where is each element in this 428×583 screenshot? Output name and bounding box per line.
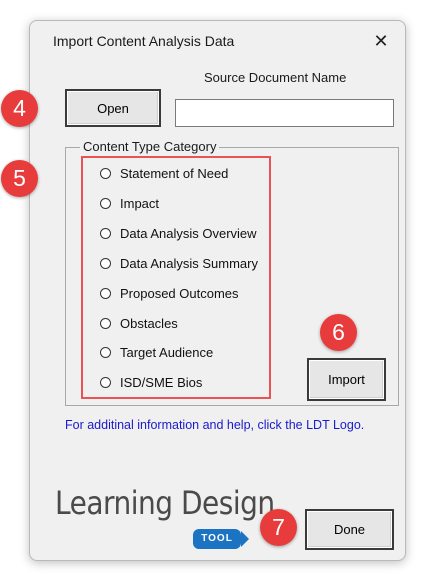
radio-label: Proposed Outcomes [120,285,239,301]
radio-button[interactable] [100,317,111,329]
radio-button[interactable] [100,346,111,358]
close-icon[interactable]: ✕ [369,29,393,53]
radio-label: Obstacles [120,315,178,331]
radio-button[interactable] [100,376,111,388]
step-badge-6: 6 [320,314,357,351]
step-badge-7: 7 [260,509,297,546]
help-text: For additinal information and help, clic… [65,418,365,432]
dialog-title: Import Content Analysis Data [53,33,235,49]
radio-isd-sme-bios[interactable]: ISD/SME Bios [100,372,202,392]
radio-impact[interactable]: Impact [100,193,159,213]
radio-data-analysis-overview[interactable]: Data Analysis Overview [100,223,257,243]
radio-obstacles[interactable]: Obstacles [100,313,178,333]
radio-label: Impact [120,195,160,211]
radio-button[interactable] [100,227,111,239]
open-button[interactable]: Open [65,89,161,127]
done-button[interactable]: Done [305,509,394,550]
radio-proposed-outcomes[interactable]: Proposed Outcomes [100,283,239,303]
radio-label: Data Analysis Summary [120,255,258,271]
tool-badge: TOOL [193,529,249,549]
radio-label: Data Analysis Overview [120,225,257,241]
logo-text: Learning Design [55,484,275,522]
radio-target-audience[interactable]: Target Audience [100,342,213,362]
title-bar: Import Content Analysis Data ✕ [30,21,405,61]
radio-button[interactable] [100,287,111,299]
radio-button[interactable] [100,167,111,179]
radio-button[interactable] [100,197,111,209]
source-document-input[interactable] [175,99,394,127]
radio-label: ISD/SME Bios [120,374,203,390]
import-button[interactable]: Import [307,358,386,401]
step-badge-5: 5 [1,160,38,197]
step-badge-4: 4 [1,90,38,127]
content-type-label: Content Type Category [80,139,220,154]
radio-statement-of-need[interactable]: Statement of Need [100,163,228,183]
ldt-logo[interactable]: Learning Design TOOL [55,484,275,554]
radio-label: Target Audience [120,344,214,360]
source-document-label: Source Document Name [204,70,347,85]
radio-data-analysis-summary[interactable]: Data Analysis Summary [100,253,258,273]
radio-label: Statement of Need [120,165,229,181]
import-dialog: Import Content Analysis Data ✕ Open Sour… [29,20,406,561]
radio-button[interactable] [100,257,111,269]
